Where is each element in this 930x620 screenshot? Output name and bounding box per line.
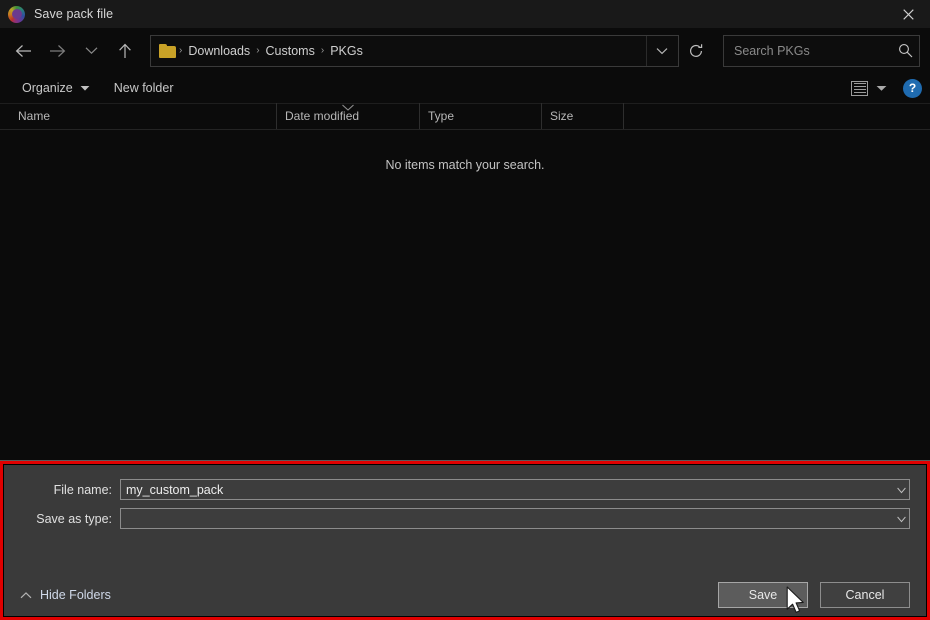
column-header-date-modified[interactable]: Date modified (276, 103, 419, 129)
folder-icon (159, 44, 176, 58)
window-title: Save pack file (34, 7, 113, 21)
back-arrow-icon[interactable] (6, 35, 40, 67)
chevron-up-icon (20, 592, 32, 599)
address-dropdown-chevron-down-icon[interactable] (646, 36, 676, 66)
save-as-type-label: Save as type: (20, 512, 120, 526)
save-as-type-combo-arrow-icon[interactable] (897, 512, 906, 526)
search-icon[interactable] (898, 43, 913, 58)
column-header-overflow (623, 103, 643, 129)
save-button-label: Save (749, 588, 778, 602)
file-name-field[interactable]: my_custom_pack (120, 479, 910, 500)
organize-chevron-down-icon (80, 81, 90, 95)
column-header-size-label: Size (550, 109, 573, 123)
file-list[interactable]: No items match your search. (0, 130, 930, 460)
column-header-name[interactable]: Name (0, 103, 276, 129)
organize-label: Organize (22, 81, 73, 95)
column-headers: Name Date modified Type Size (0, 104, 930, 130)
breadcrumb: › Downloads › Customs › PKGs (159, 42, 646, 60)
column-header-type[interactable]: Type (419, 103, 541, 129)
save-as-type-row: Save as type: (20, 508, 910, 529)
list-view-icon[interactable] (851, 81, 868, 96)
file-name-label: File name: (20, 483, 120, 497)
refresh-icon[interactable] (679, 35, 713, 67)
breadcrumb-item-customs[interactable]: Customs (261, 42, 320, 60)
address-bar[interactable]: › Downloads › Customs › PKGs (150, 35, 679, 67)
up-one-level-arrow-icon[interactable] (108, 35, 142, 67)
organize-button[interactable]: Organize (14, 78, 98, 98)
title-bar: Save pack file (0, 0, 930, 28)
new-folder-label: New folder (114, 81, 174, 95)
save-button[interactable]: Save (718, 582, 808, 608)
forward-arrow-icon[interactable] (40, 35, 74, 67)
column-header-type-label: Type (428, 109, 454, 123)
empty-list-message: No items match your search. (0, 158, 930, 172)
file-name-row: File name: my_custom_pack (20, 479, 910, 500)
save-pane-actions: Hide Folders Save Cancel (4, 582, 926, 608)
new-folder-button[interactable]: New folder (106, 78, 182, 98)
save-pane: File name: my_custom_pack Save as type: (4, 465, 926, 616)
recent-locations-chevron-down-icon[interactable] (74, 35, 108, 67)
sort-chevron-down-icon (342, 100, 355, 114)
save-pane-wrapper: File name: my_custom_pack Save as type: (0, 460, 930, 620)
help-label: ? (909, 81, 916, 95)
breadcrumb-item-downloads[interactable]: Downloads (183, 42, 255, 60)
navigation-bar: › Downloads › Customs › PKGs Search PKGs (0, 28, 930, 73)
file-name-combo-arrow-icon[interactable] (897, 483, 906, 497)
view-options-chevron-down-icon[interactable] (876, 85, 887, 92)
cancel-button[interactable]: Cancel (820, 582, 910, 608)
file-name-value: my_custom_pack (126, 483, 223, 497)
search-input[interactable]: Search PKGs (723, 35, 920, 67)
dialog-buttons: Save Cancel (718, 582, 910, 608)
breadcrumb-item-pkgs[interactable]: PKGs (325, 42, 368, 60)
highlight-border: File name: my_custom_pack Save as type: (0, 461, 930, 620)
close-icon[interactable] (886, 0, 930, 28)
hide-folders-button[interactable]: Hide Folders (20, 588, 111, 602)
hide-folders-label: Hide Folders (40, 588, 111, 602)
column-header-name-label: Name (18, 109, 50, 123)
command-bar: Organize New folder ? (0, 73, 930, 104)
help-button[interactable]: ? (903, 79, 922, 98)
save-file-dialog: Save pack file (0, 0, 930, 620)
cancel-button-label: Cancel (846, 588, 885, 602)
save-as-type-field[interactable] (120, 508, 910, 529)
search-placeholder: Search PKGs (734, 44, 898, 58)
colorful-ring-logo-icon (8, 6, 25, 23)
column-header-size[interactable]: Size (541, 103, 623, 129)
